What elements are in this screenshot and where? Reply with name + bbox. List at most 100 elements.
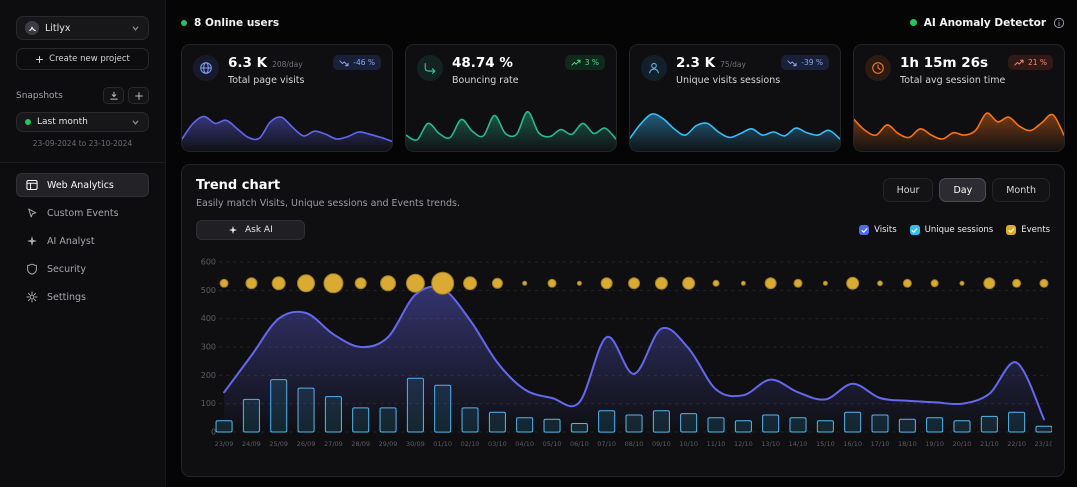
svg-text:08/10: 08/10 bbox=[625, 440, 644, 448]
range-switcher: Hour Day Month bbox=[883, 178, 1050, 202]
svg-text:26/09: 26/09 bbox=[297, 440, 316, 448]
svg-text:200: 200 bbox=[201, 371, 216, 380]
svg-text:06/10: 06/10 bbox=[570, 440, 589, 448]
svg-text:23/09: 23/09 bbox=[215, 440, 234, 448]
trend-badge: -46 % bbox=[333, 55, 381, 70]
snapshots-label: Snapshots bbox=[16, 91, 63, 101]
stat-value: 2.3 K bbox=[676, 55, 715, 71]
svg-text:19/10: 19/10 bbox=[925, 440, 944, 448]
app-root: Litlyx Create new project Snapshots Last bbox=[0, 0, 1077, 487]
sidebar: Litlyx Create new project Snapshots Last bbox=[0, 0, 166, 487]
online-users-label: 8 Online users bbox=[194, 17, 279, 29]
svg-text:500: 500 bbox=[201, 286, 216, 295]
download-snapshot-button[interactable] bbox=[103, 87, 124, 104]
svg-text:24/09: 24/09 bbox=[242, 440, 261, 448]
project-name: Litlyx bbox=[45, 23, 71, 34]
snapshot-period-select[interactable]: Last month bbox=[16, 112, 149, 132]
trend-down-icon bbox=[787, 59, 797, 67]
stat-per-day: 75/day bbox=[720, 60, 746, 69]
svg-text:02/10: 02/10 bbox=[461, 440, 480, 448]
svg-text:12/10: 12/10 bbox=[734, 440, 753, 448]
svg-text:22/10: 22/10 bbox=[1007, 440, 1026, 448]
snapshot-period-value: Last month bbox=[37, 117, 88, 127]
svg-text:20/10: 20/10 bbox=[953, 440, 972, 448]
stat-card-total-page-visits[interactable]: 6.3 K 208/day Total page visits -46 % bbox=[181, 44, 393, 152]
add-snapshot-button[interactable] bbox=[128, 87, 149, 104]
web-analytics-icon bbox=[25, 179, 38, 191]
stat-label: Bouncing rate bbox=[452, 75, 519, 86]
trend-chart-subtitle: Easily match Visits, Unique sessions and… bbox=[196, 198, 460, 209]
stat-card-bouncing-rate[interactable]: 48.74 % Bouncing rate 3 % bbox=[405, 44, 617, 152]
project-selector[interactable]: Litlyx bbox=[16, 16, 149, 40]
svg-text:600: 600 bbox=[201, 258, 216, 267]
sidebar-item-security[interactable]: Security bbox=[16, 257, 149, 281]
sparkle-icon bbox=[25, 235, 38, 247]
svg-text:03/10: 03/10 bbox=[488, 440, 507, 448]
svg-text:27/09: 27/09 bbox=[324, 440, 343, 448]
sidebar-item-custom-events[interactable]: Custom Events bbox=[16, 201, 149, 225]
chart-legend: Visits Unique sessions Events bbox=[859, 225, 1050, 235]
svg-text:05/10: 05/10 bbox=[543, 440, 562, 448]
online-users: 8 Online users bbox=[181, 17, 279, 29]
ai-anomaly-detector: AI Anomaly Detector bbox=[910, 17, 1065, 29]
sidebar-item-label: Security bbox=[47, 264, 86, 275]
legend-unique-sessions[interactable]: Unique sessions bbox=[910, 225, 994, 235]
stat-label: Total avg session time bbox=[900, 75, 999, 86]
create-project-button[interactable]: Create new project bbox=[16, 48, 149, 70]
svg-text:16/10: 16/10 bbox=[843, 440, 862, 448]
sidebar-item-label: Web Analytics bbox=[47, 180, 114, 191]
svg-text:18/10: 18/10 bbox=[898, 440, 917, 448]
svg-text:23/10: 23/10 bbox=[1035, 440, 1052, 448]
sidebar-divider bbox=[0, 162, 165, 163]
anomaly-status-dot bbox=[910, 19, 917, 26]
events-checkbox[interactable] bbox=[1006, 225, 1016, 235]
sidebar-item-ai-analyst[interactable]: AI Analyst bbox=[16, 229, 149, 253]
stat-value: 6.3 K bbox=[228, 55, 267, 71]
range-button-day[interactable]: Day bbox=[939, 178, 986, 202]
trend-down-icon bbox=[339, 59, 349, 67]
stat-per-day: 208/day bbox=[272, 60, 303, 69]
svg-text:0: 0 bbox=[211, 428, 216, 437]
sidebar-item-label: Settings bbox=[47, 292, 86, 303]
info-icon[interactable] bbox=[1053, 17, 1065, 29]
svg-text:04/10: 04/10 bbox=[515, 440, 534, 448]
sidebar-item-settings[interactable]: Settings bbox=[16, 285, 149, 309]
check-icon bbox=[861, 227, 868, 234]
svg-text:14/10: 14/10 bbox=[789, 440, 808, 448]
snapshot-range: 23-09-2024 to 23-10-2024 bbox=[16, 139, 149, 148]
svg-text:09/10: 09/10 bbox=[652, 440, 671, 448]
legend-visits[interactable]: Visits bbox=[859, 225, 897, 235]
stat-value: 48.74 % bbox=[452, 55, 513, 71]
stat-sparkline bbox=[630, 101, 840, 151]
trend-chart[interactable]: 010020030040050060023/0924/0925/0926/092… bbox=[194, 250, 1052, 472]
stat-cards: 6.3 K 208/day Total page visits -46 % bbox=[181, 44, 1065, 152]
svg-text:30/09: 30/09 bbox=[406, 440, 425, 448]
globe-icon bbox=[193, 55, 219, 81]
ask-ai-button[interactable]: Ask AI bbox=[196, 220, 305, 240]
range-button-hour[interactable]: Hour bbox=[883, 178, 934, 202]
svg-text:300: 300 bbox=[201, 343, 216, 352]
online-status-dot bbox=[181, 20, 187, 26]
check-icon bbox=[911, 227, 918, 234]
chevron-down-icon bbox=[131, 118, 140, 127]
stat-card-unique-visits[interactable]: 2.3 K 75/day Unique visits sessions -39 … bbox=[629, 44, 841, 152]
bounce-arrow-icon bbox=[417, 55, 443, 81]
trend-up-icon bbox=[571, 59, 581, 67]
svg-text:400: 400 bbox=[201, 314, 216, 323]
svg-text:28/09: 28/09 bbox=[351, 440, 370, 448]
unique-sessions-checkbox[interactable] bbox=[910, 225, 920, 235]
top-bar: 8 Online users AI Anomaly Detector bbox=[181, 10, 1065, 35]
period-status-dot bbox=[25, 119, 31, 125]
range-button-month[interactable]: Month bbox=[992, 178, 1050, 202]
visits-checkbox[interactable] bbox=[859, 225, 869, 235]
svg-text:25/09: 25/09 bbox=[269, 440, 288, 448]
trend-badge: 3 % bbox=[565, 55, 605, 70]
svg-text:21/10: 21/10 bbox=[980, 440, 999, 448]
stat-card-avg-session-time[interactable]: 1h 15m 26s Total avg session time 21 % bbox=[853, 44, 1065, 152]
plus-icon bbox=[134, 91, 144, 101]
legend-events[interactable]: Events bbox=[1006, 225, 1050, 235]
user-icon bbox=[641, 55, 667, 81]
litlyx-logo-icon bbox=[25, 21, 39, 35]
sidebar-item-web-analytics[interactable]: Web Analytics bbox=[16, 173, 149, 197]
trend-chart-title: Trend chart bbox=[196, 178, 460, 193]
